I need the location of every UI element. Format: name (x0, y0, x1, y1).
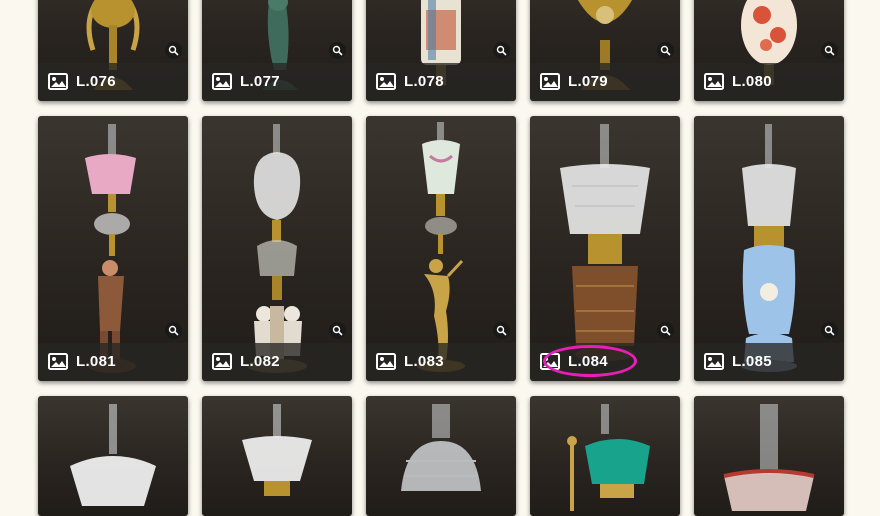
item-caption-bar: L.081 (38, 343, 188, 381)
gallery-item[interactable] (694, 396, 844, 516)
image-icon (376, 353, 396, 370)
gallery-item-l084[interactable]: L.084 (530, 116, 680, 381)
zoom-icon[interactable] (165, 322, 182, 339)
gallery-item[interactable] (202, 396, 352, 516)
item-code: L.082 (240, 353, 280, 370)
gallery-item-l083[interactable]: L.083 (366, 116, 516, 381)
lamp-photo (85, 124, 136, 373)
lamp-gallery: L.076 L.077 L.078 L.079 L.080 L.081 L.08… (0, 0, 880, 516)
lamp-photo (560, 124, 650, 361)
item-code: L.079 (568, 73, 608, 90)
item-code: L.078 (404, 73, 444, 90)
lamp-photo (741, 124, 797, 372)
zoom-icon[interactable] (657, 322, 674, 339)
image-icon (704, 73, 724, 90)
zoom-icon[interactable] (657, 42, 674, 59)
zoom-icon[interactable] (821, 322, 838, 339)
zoom-icon[interactable] (493, 42, 510, 59)
lamp-photo (417, 122, 465, 372)
item-caption-bar: L.080 (694, 63, 844, 101)
item-caption-bar: L.078 (366, 63, 516, 101)
image-icon (48, 73, 68, 90)
lamp-photo (247, 124, 307, 373)
item-code: L.085 (732, 353, 772, 370)
item-code: L.084 (568, 353, 608, 370)
zoom-icon[interactable] (821, 42, 838, 59)
item-caption-bar: L.076 (38, 63, 188, 101)
zoom-icon[interactable] (493, 322, 510, 339)
image-icon (212, 353, 232, 370)
lamp-photo (70, 404, 156, 506)
image-icon (540, 353, 560, 370)
item-code: L.083 (404, 353, 444, 370)
item-code: L.076 (76, 73, 116, 90)
item-code: L.081 (76, 353, 116, 370)
lamp-photo (567, 404, 650, 511)
image-icon (540, 73, 560, 90)
zoom-icon[interactable] (165, 42, 182, 59)
item-caption-bar: L.084 (530, 343, 680, 381)
item-code: L.080 (732, 73, 772, 90)
item-caption-bar: L.082 (202, 343, 352, 381)
item-code: L.077 (240, 73, 280, 90)
lamp-photo (242, 404, 312, 496)
gallery-item-l077[interactable]: L.077 (202, 0, 352, 101)
item-caption-bar: L.085 (694, 343, 844, 381)
zoom-icon[interactable] (329, 322, 346, 339)
item-caption-bar: L.077 (202, 63, 352, 101)
gallery-item-l079[interactable]: L.079 (530, 0, 680, 101)
image-icon (376, 73, 396, 90)
item-caption-bar: L.083 (366, 343, 516, 381)
lamp-photo (723, 404, 815, 511)
gallery-item[interactable] (530, 396, 680, 516)
gallery-item-l082[interactable]: L.082 (202, 116, 352, 381)
gallery-item-l078[interactable]: L.078 (366, 0, 516, 101)
image-icon (704, 353, 724, 370)
image-icon (212, 73, 232, 90)
lamp-photo (401, 404, 481, 491)
image-icon (48, 353, 68, 370)
gallery-item-l081[interactable]: L.081 (38, 116, 188, 381)
gallery-item[interactable] (38, 396, 188, 516)
gallery-item-l085[interactable]: L.085 (694, 116, 844, 381)
gallery-item-l076[interactable]: L.076 (38, 0, 188, 101)
gallery-item-l080[interactable]: L.080 (694, 0, 844, 101)
item-caption-bar: L.079 (530, 63, 680, 101)
gallery-item[interactable] (366, 396, 516, 516)
zoom-icon[interactable] (329, 42, 346, 59)
